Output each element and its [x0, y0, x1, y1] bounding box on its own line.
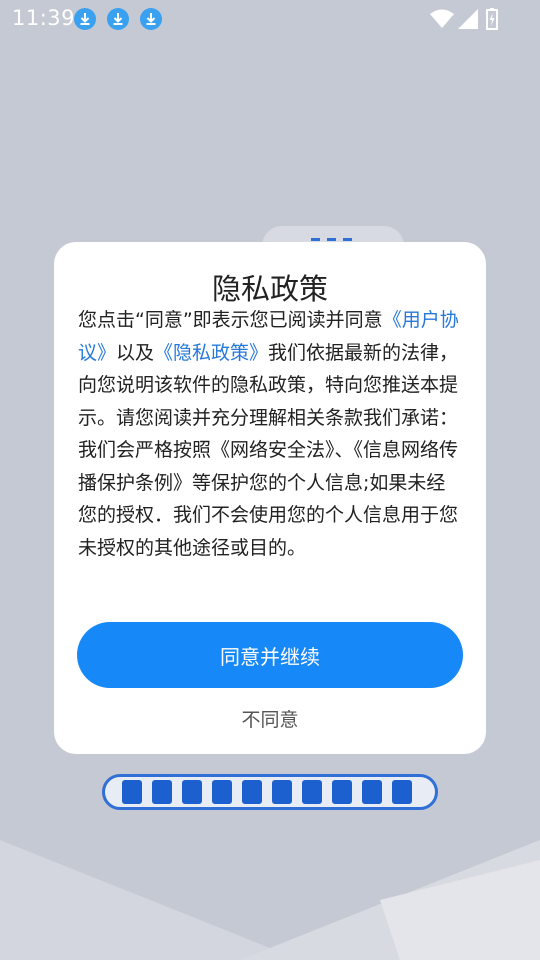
loading-stripe [182, 780, 202, 804]
body-text: 以及 [116, 341, 155, 364]
loading-stripe [392, 780, 412, 804]
loading-stripe [272, 780, 292, 804]
loading-stripe [302, 780, 322, 804]
background-dash [343, 238, 352, 241]
loading-stripe [332, 780, 352, 804]
body-text: 您点击“同意”即表示您已阅读并同意 [78, 309, 383, 331]
loading-stripe [152, 780, 172, 804]
signal-icon [458, 9, 478, 29]
dialog-title: 隐私政策 [211, 272, 328, 306]
wifi-icon [430, 9, 454, 28]
body-text: 我们会严格按照《网络安全法》、《信息网络传播保护条例》等保护您的个人信息;如果未… [78, 439, 459, 559]
decline-button[interactable]: 不同意 [170, 700, 370, 736]
download-icon [74, 8, 96, 30]
agree-continue-button[interactable]: 同意并继续 [77, 622, 463, 688]
loading-stripe [122, 780, 142, 804]
loading-stripe [362, 780, 382, 804]
background-dash [311, 238, 320, 241]
privacy-policy-link[interactable]: 《隐私政策》 [154, 342, 268, 364]
status-right-icons [430, 8, 500, 30]
dialog-body: 您点击“同意”即表示您已阅读并同意《用户协议》以及《隐私政策》我们依据最新的法律… [78, 304, 462, 564]
download-icon [140, 8, 162, 30]
loading-stripe [212, 780, 232, 804]
background-bottom-shape [0, 840, 540, 960]
loading-bar [102, 774, 438, 810]
background-dash [327, 238, 336, 241]
battery-charging-icon [486, 8, 498, 30]
status-bar: 11:39 [0, 0, 540, 38]
privacy-dialog: 隐私政策 您点击“同意”即表示您已阅读并同意《用户协议》以及《隐私政策》我们依据… [54, 242, 486, 754]
download-icon [107, 8, 129, 30]
loading-stripe [242, 780, 262, 804]
status-time: 11:39 [12, 6, 76, 30]
